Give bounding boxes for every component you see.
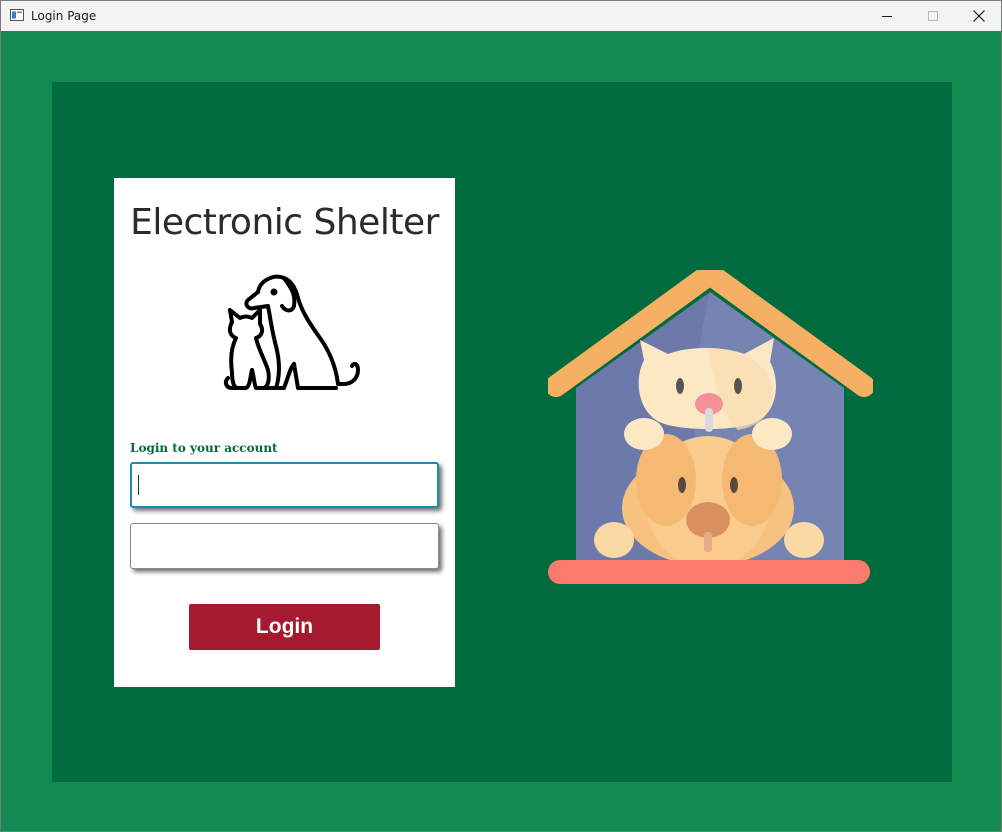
minimize-icon [882, 16, 892, 17]
password-input[interactable] [130, 523, 439, 569]
close-button[interactable] [956, 1, 1002, 31]
maximize-icon [928, 11, 938, 21]
login-heading: Login to your account [130, 441, 278, 455]
app-window-icon [10, 9, 24, 21]
close-icon [973, 10, 985, 22]
username-input[interactable] [130, 462, 439, 508]
title-bar[interactable]: Login Page [1, 1, 1001, 31]
app-title: Electronic Shelter [130, 202, 439, 243]
text-cursor [138, 475, 139, 495]
window-title: Login Page [31, 9, 97, 23]
login-window: Login Page Electronic Shelter Login to y… [0, 0, 1002, 832]
minimize-button[interactable] [864, 1, 910, 31]
pet-house-icon [548, 270, 873, 584]
main-panel: Electronic Shelter Login to your account… [52, 82, 952, 782]
dog-and-cat-icon [223, 274, 360, 390]
maximize-button[interactable] [910, 1, 956, 31]
login-card: Electronic Shelter Login to your account… [114, 178, 455, 687]
login-button[interactable]: Login [189, 604, 380, 650]
